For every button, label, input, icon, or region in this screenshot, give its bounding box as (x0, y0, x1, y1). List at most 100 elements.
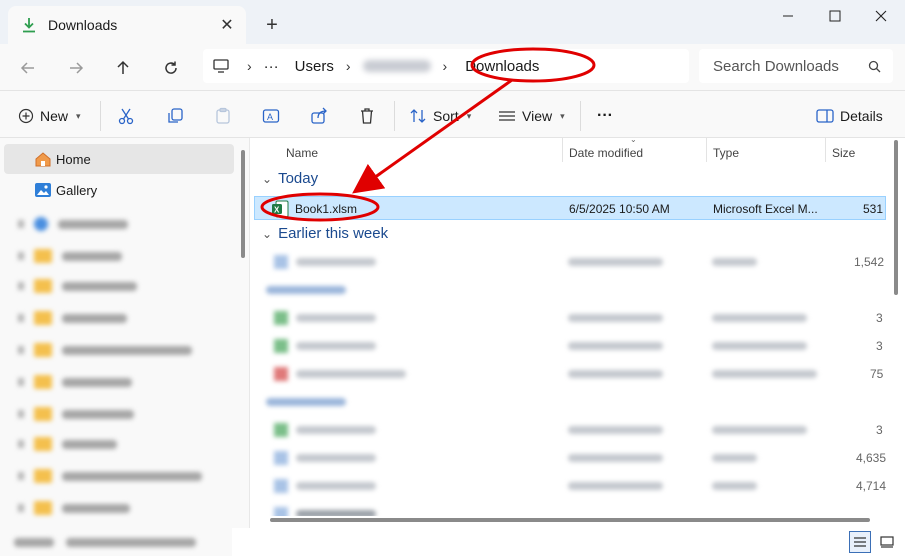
view-label: View (522, 108, 553, 124)
view-button[interactable]: View ▾ (498, 103, 565, 129)
details-pane-icon (816, 109, 834, 123)
list-view-icon (499, 111, 515, 121)
file-list: Name Date modified ⌄ Type Size ⌄ Today X… (250, 135, 905, 528)
computer-icon[interactable] (213, 59, 229, 73)
chevron-down-icon: ⌄ (262, 171, 273, 186)
sidebar-item-redacted[interactable] (18, 374, 132, 390)
rename-button[interactable]: A (262, 103, 280, 129)
search-box[interactable]: Search Downloads (699, 49, 893, 83)
file-size: 4,714 KB (856, 479, 886, 493)
sidebar-item-redacted[interactable] (18, 248, 122, 264)
sidebar-scrollbar[interactable] (241, 150, 245, 258)
forward-arrow-icon[interactable] (60, 52, 92, 84)
column-header-size[interactable]: Size (832, 142, 855, 164)
breadcrumb-downloads[interactable]: Downloads (457, 58, 547, 75)
sort-chevron-icon: ⌄ (630, 135, 637, 144)
file-size: 531 KB (863, 202, 887, 216)
svg-text:X: X (274, 206, 280, 215)
view-toggle-bar (232, 528, 905, 556)
sidebar-item-redacted[interactable] (18, 216, 128, 232)
share-icon (311, 107, 327, 124)
column-header-type[interactable]: Type (713, 142, 739, 164)
group-header-today[interactable]: ⌄ Today (262, 170, 318, 187)
table-row[interactable]: 3 KB (254, 306, 886, 330)
tiles-view-icon[interactable] (876, 531, 898, 553)
share-button[interactable] (310, 103, 328, 129)
sidebar-item-redacted[interactable] (18, 342, 192, 358)
tab-downloads[interactable]: Downloads ✕ (8, 6, 246, 44)
tab-bar: Downloads ✕ + (0, 0, 905, 44)
table-row[interactable]: 4,635 KB (254, 446, 886, 470)
column-divider[interactable] (706, 138, 707, 162)
copy-button[interactable] (166, 103, 184, 129)
new-tab-button[interactable]: + (258, 12, 286, 38)
chevron-right-icon[interactable]: › (243, 58, 256, 74)
details-button[interactable]: Details (816, 103, 883, 129)
table-row[interactable] (254, 278, 886, 302)
group-header-earlier-this-week[interactable]: ⌄ Earlier this week (262, 225, 388, 242)
gallery-icon (35, 183, 51, 197)
copy-icon (168, 108, 183, 123)
cut-button[interactable] (117, 103, 135, 129)
file-size: 3 KB (876, 339, 886, 353)
sidebar-item-redacted[interactable] (18, 468, 202, 484)
breadcrumb[interactable]: › ··· Users › › Downloads (203, 49, 689, 83)
chevron-right-icon[interactable]: › (342, 58, 355, 74)
paste-button[interactable] (214, 103, 232, 129)
minimize-icon[interactable] (765, 0, 811, 32)
back-arrow-icon[interactable] (12, 52, 44, 84)
sidebar-item-home[interactable]: Home (4, 144, 234, 174)
table-row[interactable]: 3 KB (254, 334, 886, 358)
table-row[interactable]: 3 KB (254, 418, 886, 442)
sidebar-item-redacted[interactable] (18, 278, 137, 294)
maximize-icon[interactable] (812, 0, 858, 32)
new-button[interactable]: New ▾ (18, 103, 81, 129)
sidebar-item-redacted[interactable] (18, 500, 130, 516)
group-label: Today (278, 170, 319, 187)
search-input[interactable]: Search Downloads (713, 58, 868, 75)
home-icon (35, 152, 51, 167)
breadcrumb-username-redacted[interactable] (362, 60, 431, 72)
table-row[interactable] (254, 502, 886, 516)
refresh-icon[interactable] (155, 52, 187, 84)
file-size: 1,542 KB (854, 255, 886, 269)
sidebar-item-label: Gallery (56, 182, 98, 198)
group-label: Earlier this week (278, 225, 389, 242)
separator (580, 101, 581, 131)
sidebar-item-redacted[interactable] (18, 406, 134, 422)
table-row[interactable]: 1,542 KB (254, 250, 886, 274)
file-size: 4,635 KB (856, 451, 886, 465)
sort-icon (410, 109, 426, 123)
sidebar-item-gallery[interactable]: Gallery (4, 175, 234, 205)
column-header-date[interactable]: Date modified (569, 142, 643, 164)
details-view-icon[interactable] (849, 531, 871, 553)
column-divider[interactable] (562, 138, 563, 162)
status-bar-redacted (0, 528, 232, 556)
sidebar-item-label: Home (56, 151, 91, 167)
breadcrumb-users[interactable]: Users (287, 58, 342, 75)
more-options-button[interactable]: ··· (597, 103, 613, 129)
file-list-horizontal-scrollbar[interactable] (270, 518, 870, 522)
close-tab-icon[interactable]: ✕ (212, 10, 242, 40)
table-row[interactable]: X Book1.xlsm 6/5/2025 10:50 AM Microsoft… (254, 196, 887, 220)
sidebar-item-redacted[interactable] (18, 310, 127, 326)
file-list-vertical-scrollbar[interactable] (894, 140, 898, 295)
tab-title: Downloads (48, 17, 118, 33)
command-bar: New ▾ A Sort ▾ View ▾ ··· Details (0, 90, 905, 138)
up-arrow-icon[interactable] (107, 52, 139, 84)
delete-button[interactable] (358, 103, 376, 129)
overflow-dots-icon[interactable]: ··· (256, 58, 287, 75)
chevron-right-icon[interactable]: › (439, 58, 452, 74)
table-row[interactable] (254, 390, 886, 414)
file-type: Microsoft Excel M... (713, 202, 818, 216)
separator (394, 101, 395, 131)
trash-icon (361, 108, 373, 124)
sort-button[interactable]: Sort ▾ (409, 103, 471, 129)
navigation-pane: Home Gallery (0, 138, 250, 556)
table-row[interactable]: 4,714 KB (254, 474, 886, 498)
column-divider[interactable] (825, 138, 826, 162)
column-header-name[interactable]: Name (286, 142, 318, 164)
close-window-icon[interactable] (858, 0, 904, 32)
table-row[interactable]: 75 KB (254, 362, 886, 386)
sidebar-item-redacted[interactable] (18, 436, 117, 452)
